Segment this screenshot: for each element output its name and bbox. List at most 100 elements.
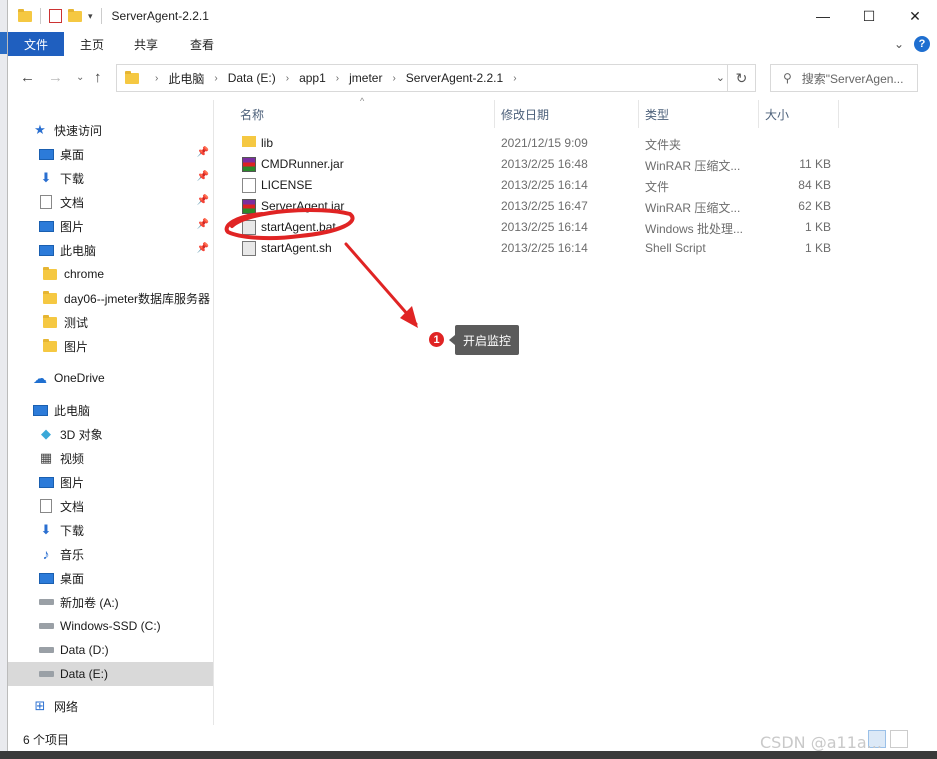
step-badge: 1 [427,330,446,349]
close-button[interactable]: ✕ [892,0,937,32]
chevron-right-icon[interactable]: › [149,73,164,84]
sidebar-item[interactable]: Data (E:) [8,662,213,686]
file-size: 62 KB [798,199,831,213]
file-name: LICENSE [261,178,313,192]
address-bar[interactable]: › 此电脑 › Data (E:) › app1 › jmeter › Serv… [116,64,756,92]
background-window-edge [0,0,7,759]
sidebar-item[interactable]: day06--jmeter数据库服务器 [8,286,213,310]
sidebar-item[interactable]: ★ 快速访问 [8,118,213,142]
drive-icon [38,594,54,610]
download-icon: ⬇ [40,522,52,537]
recent-locations-icon[interactable]: ⌄ [76,72,84,83]
sidebar-item[interactable]: 新加卷 (A:) [8,590,213,614]
sidebar-item[interactable]: ☁ OneDrive [8,366,213,390]
sidebar-item-label: 此电脑 [60,243,97,258]
explorer-window: ▾ ServerAgent-2.2.1 — ☐ ✕ 文件 主页 共享 查看 ⌄ … [7,0,937,759]
column-header-name[interactable]: 名称 [240,100,264,128]
file-type: 文件夹 [645,138,682,152]
pin-icon: 📌 [196,147,209,158]
chevron-right-icon[interactable]: › [208,73,223,84]
sidebar-item[interactable]: ⊞ 网络 [8,694,213,718]
sidebar-item[interactable]: ⬇ 下载 [8,518,213,542]
sidebar-item[interactable]: 此电脑 📌 [8,238,213,262]
sidebar-item[interactable]: ♪ 音乐 [8,542,213,566]
expand-ribbon-icon[interactable]: ⌄ [894,37,904,51]
sidebar-item[interactable]: 测试 [8,310,213,334]
chevron-right-icon[interactable]: › [386,73,401,84]
chevron-right-icon[interactable]: › [330,73,345,84]
chevron-right-icon[interactable]: › [280,73,295,84]
file-type: 文件 [645,180,670,194]
up-arrow-icon[interactable]: ↑ [94,69,102,86]
sidebar-item[interactable]: 文档 [8,494,213,518]
navigation-bar: ← → ⌄ ↑ › 此电脑 › Data (E:) › app1 › jmete… [8,60,937,96]
column-header-date[interactable]: 修改日期 [501,100,549,128]
sidebar-item[interactable]: Data (D:) [8,638,213,662]
sidebar-item[interactable]: 此电脑 [8,398,213,422]
file-row[interactable]: startAgent.bat 2013/2/25 16:14 Windows 批处理… [222,217,937,238]
watermark: CSDN @a11a... [760,733,882,752]
sidebar-item-label: Data (D:) [60,643,109,657]
tab-view[interactable]: 查看 [174,32,230,56]
sidebar-item[interactable]: Windows-SSD (C:) [8,614,213,638]
tab-share[interactable]: 共享 [118,32,174,56]
computer-icon [38,242,54,258]
properties-icon[interactable] [49,9,62,23]
sidebar-item[interactable]: 桌面 [8,566,213,590]
sidebar-item-label: 图片 [60,219,85,234]
chevron-right-icon[interactable]: › [507,73,522,84]
sidebar-item[interactable]: 桌面 📌 [8,142,213,166]
cloud-icon: ☁ [33,369,47,386]
file-row[interactable]: LICENSE 2013/2/25 16:14 文件 84 KB [222,175,937,196]
forward-arrow-icon[interactable]: → [48,69,63,86]
video-icon: ▦ [39,450,53,465]
sidebar-item[interactable]: ⬇ 下载 📌 [8,166,213,190]
pin-icon: 📌 [196,171,209,182]
breadcrumb-data-e[interactable]: Data (E:) [224,71,280,85]
sidebar-item-label: 文档 [60,195,85,210]
back-arrow-icon[interactable]: ← [20,69,35,86]
tab-home[interactable]: 主页 [64,32,118,56]
column-header-size[interactable]: 大小 [765,100,789,128]
maximize-button[interactable]: ☐ [846,0,892,32]
sidebar-item[interactable]: 文档 📌 [8,190,213,214]
file-name: ServerAgent.jar [261,199,345,213]
sidebar-item-label: 测试 [64,315,89,330]
search-input[interactable]: ⚲ 搜索"ServerAgen... [770,64,918,92]
sidebar-item[interactable]: ▦ 视频 [8,446,213,470]
tab-file[interactable]: 文件 [8,32,64,56]
file-row[interactable]: CMDRunner.jar 2013/2/25 16:48 WinRAR 压缩文..… [222,154,937,175]
customize-toolbar-icon[interactable]: ▾ [88,11,93,22]
large-icons-view-icon[interactable] [890,730,908,748]
network-icon: ⊞ [34,698,46,713]
help-icon[interactable]: ? [914,36,930,52]
file-size: 1 KB [804,241,831,255]
minimize-button[interactable]: — [800,0,846,32]
breadcrumb-serveragent[interactable]: ServerAgent-2.2.1 [402,71,507,85]
breadcrumb-app1[interactable]: app1 [295,71,330,85]
refresh-icon[interactable]: ↻ [727,65,755,91]
download-icon: ⬇ [40,170,52,185]
sidebar-item-label: 新加卷 (A:) [60,595,119,610]
chevron-down-icon[interactable]: ⌄ [716,71,725,84]
folder-icon [42,338,58,354]
search-icon: ⚲ [783,71,792,85]
sidebar-item[interactable]: 图片 [8,470,213,494]
sidebar-item[interactable]: ◆ 3D 对象 [8,422,213,446]
file-row[interactable]: lib 2021/12/15 9:09 文件夹 [222,133,937,154]
sidebar-item-label: 下载 [60,523,85,538]
sidebar-item[interactable]: 图片 📌 [8,214,213,238]
breadcrumb-jmeter[interactable]: jmeter [345,71,386,85]
column-header-type[interactable]: 类型 [645,100,669,128]
sidebar-item-label: 图片 [64,339,89,354]
sidebar-item-label: day06--jmeter数据库服务器 [64,291,211,306]
sidebar-item-label: 网络 [54,699,79,714]
new-folder-icon[interactable] [68,8,82,22]
file-row[interactable]: startAgent.sh 2013/2/25 16:14 Shell Script… [222,238,937,259]
breadcrumb-this-pc[interactable]: 此电脑 [164,70,208,87]
document-icon [38,498,54,514]
file-row[interactable]: ServerAgent.jar 2013/2/25 16:47 WinRAR 压缩文… [222,196,937,217]
drive-icon [38,618,54,634]
sidebar-item[interactable]: chrome [8,262,213,286]
sidebar-item[interactable]: 图片 [8,334,213,358]
